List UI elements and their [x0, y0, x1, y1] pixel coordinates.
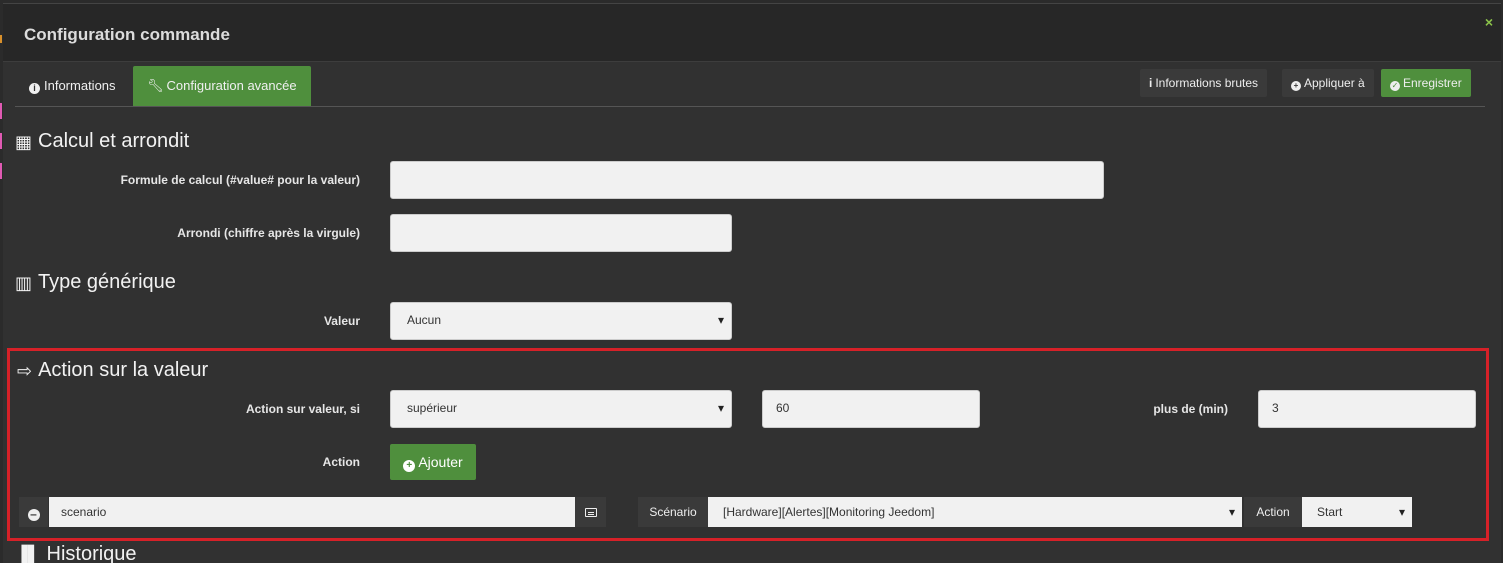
formula-label: Formule de calcul (#value# pour la valeu…: [120, 173, 360, 187]
remove-action-button[interactable]: –: [19, 497, 48, 527]
generic-value-label: Valeur: [323, 314, 360, 328]
action-command-input[interactable]: scenario: [49, 497, 575, 527]
round-label: Arrondi (chiffre après la virgule): [177, 226, 360, 240]
section-title-text: Action sur la valeur: [38, 359, 209, 381]
condition-select[interactable]: supérieur: [390, 390, 732, 428]
formula-input[interactable]: [390, 161, 1104, 199]
left-edge-marker: [0, 103, 2, 119]
select-value: Aucun: [407, 313, 442, 327]
section-title-text: Calcul et arrondit: [38, 130, 190, 152]
building-icon: ▥: [15, 273, 33, 293]
button-label: Appliquer à: [1304, 76, 1365, 90]
action-label: Action: [322, 455, 360, 469]
select-value: [Hardware][Alertes][Monitoring Jeedom]: [723, 505, 935, 519]
add-action-button[interactable]: + Ajouter: [390, 444, 476, 480]
duration-label: plus de (min): [1153, 402, 1228, 416]
left-edge-marker: [0, 163, 2, 179]
info-icon: i: [29, 83, 40, 94]
duration-input[interactable]: 3: [1258, 390, 1476, 428]
modal-header: Configuration commande ×: [3, 4, 1501, 62]
button-label: Informations brutes: [1155, 76, 1259, 90]
section-title-text: Historique: [46, 543, 137, 563]
left-edge-marker: [0, 133, 2, 149]
plus-circle-icon: +: [1291, 81, 1301, 91]
scenario-addon-label: Scénario: [638, 497, 708, 527]
scenario-action-select[interactable]: Start: [1302, 497, 1412, 527]
section-title-calc: ▦ Calcul et arrondit: [15, 130, 189, 153]
minus-circle-icon: –: [27, 508, 40, 521]
button-label: Ajouter: [418, 454, 463, 470]
close-button[interactable]: ×: [1485, 14, 1493, 30]
plus-circle-icon: +: [403, 460, 416, 472]
select-command-button[interactable]: [575, 497, 606, 527]
modal-title: Configuration commande: [24, 25, 230, 44]
section-title-history: ▐▌ Historique: [15, 543, 137, 563]
apply-to-button[interactable]: + Appliquer à: [1282, 69, 1374, 97]
wrench-icon: 🔧︎: [147, 78, 164, 93]
generic-type-select[interactable]: Aucun: [390, 302, 732, 340]
section-title-action: ⇨ Action sur la valeur: [17, 359, 208, 382]
condition-label: Action sur valeur, si: [245, 402, 360, 416]
button-label: Enregistrer: [1403, 76, 1462, 90]
check-circle-icon: ✓: [1390, 81, 1400, 91]
section-title-generic: ▥ Type générique: [15, 271, 176, 294]
raw-info-button[interactable]: i Informations brutes: [1140, 69, 1268, 97]
table-icon: ▦: [15, 132, 33, 152]
bar-chart-icon: ▐▌: [15, 545, 41, 563]
save-button[interactable]: ✓ Enregistrer: [1381, 69, 1471, 97]
select-value: supérieur: [407, 401, 458, 415]
scenario-select[interactable]: [Hardware][Alertes][Monitoring Jeedom]: [708, 497, 1242, 527]
sign-out-icon: ⇨: [17, 361, 33, 381]
left-edge-marker: [0, 35, 2, 43]
threshold-input[interactable]: 60: [762, 390, 980, 428]
list-alt-icon: [584, 508, 597, 517]
tab-advanced-configuration[interactable]: 🔧︎ Configuration avancée: [133, 66, 311, 106]
info-icon: i: [1149, 76, 1153, 90]
section-title-text: Type générique: [38, 271, 176, 293]
select-value: Start: [1317, 505, 1343, 519]
scenario-action-addon-label: Action: [1244, 497, 1302, 527]
tab-label: Informations: [44, 78, 116, 93]
tab-label: Configuration avancée: [166, 78, 297, 93]
tab-informations[interactable]: i Informations: [15, 66, 130, 106]
round-input[interactable]: [390, 214, 732, 252]
